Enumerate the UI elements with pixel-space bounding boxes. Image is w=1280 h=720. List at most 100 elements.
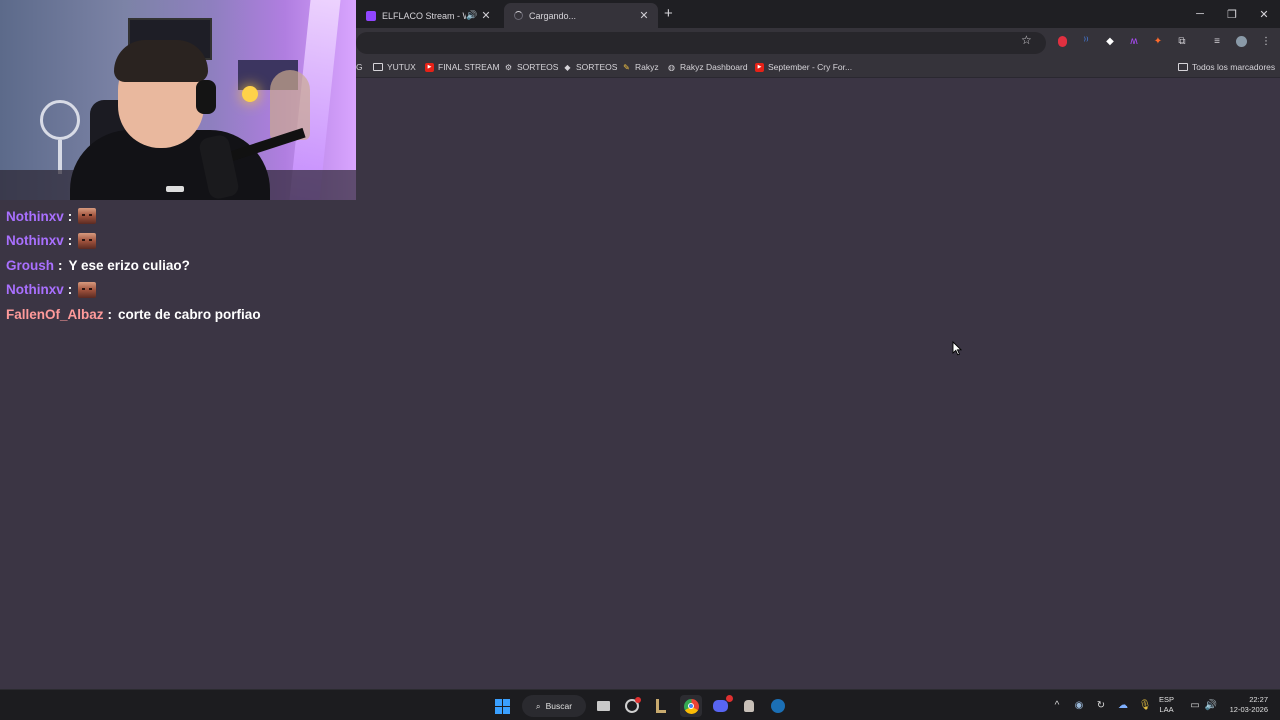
chat-username: Nothinxv xyxy=(6,208,64,224)
steam-icon xyxy=(771,699,785,713)
extension-wave-icon[interactable]: ⁾⁾ xyxy=(1080,35,1092,47)
taskbar-app-discord[interactable] xyxy=(709,695,733,717)
webcam-streamer-hair xyxy=(114,40,208,82)
bookmark-rakyz[interactable]: ✎ Rakyz xyxy=(622,60,659,74)
league-icon xyxy=(656,699,666,713)
show-hidden-icons-chevron-icon[interactable]: ^ xyxy=(1046,700,1068,711)
taskbar-app-league[interactable] xyxy=(650,695,672,717)
bookmark-rakyz-dashboard[interactable]: ◍ Rakyz Dashboard xyxy=(667,60,748,74)
bookmark-sorteos-2[interactable]: ◆ SORTEOS xyxy=(563,60,617,74)
windows-logo-icon xyxy=(494,698,510,714)
taskbar-clock[interactable]: 22:27 12-03-2026 xyxy=(1224,695,1268,715)
webcam-shirt-logo xyxy=(166,186,184,192)
clock-date: 12-03-2026 xyxy=(1229,705,1268,714)
browser-menu-icon[interactable]: ⋮ xyxy=(1260,35,1272,47)
extension-red-icon[interactable] xyxy=(1056,35,1068,47)
search-label: Buscar xyxy=(545,701,573,711)
webcam-fan xyxy=(40,100,80,140)
language-indicator[interactable]: ESP LAA xyxy=(1159,695,1174,715)
bookmark-star-icon[interactable]: ☆ xyxy=(1021,33,1032,47)
all-bookmarks-folder[interactable]: Todos los marcadores xyxy=(1178,60,1275,74)
youtube-icon: ▶ xyxy=(755,62,764,72)
globe-icon: ◍ xyxy=(668,62,675,72)
taskbar-app-steam[interactable] xyxy=(767,695,789,717)
new-tab-button[interactable]: + xyxy=(664,5,673,22)
taskbar-search[interactable]: ⌕ Buscar xyxy=(522,695,586,717)
bookmark-label: Rakyz Dashboard xyxy=(680,62,748,72)
extension-diamond-icon[interactable]: ◆ xyxy=(1104,35,1116,47)
restore-button[interactable]: ❐ xyxy=(1216,0,1248,28)
discord-icon xyxy=(712,695,733,712)
chat-separator: : xyxy=(67,233,73,249)
start-button[interactable] xyxy=(491,695,513,717)
bookmark-september[interactable]: ▶ September - Cry For... xyxy=(755,60,852,74)
search-icon: ⌕ xyxy=(535,700,541,711)
taskbar: ⌕ Buscar ^ ◉ ↻ ☁ 🎙 ESP LAA ▭ 🔊 22:27 12-… xyxy=(0,689,1280,720)
tab-elflaco-stream[interactable]: ELFLACO Stream - Watch L 🔊 ✕ xyxy=(356,3,500,28)
mouse-cursor-icon xyxy=(952,341,962,356)
bookmark-truncated[interactable]: G xyxy=(356,60,363,74)
chat-overlay: Nothinxv : Nothinxv : Groush : Y ese eri… xyxy=(6,204,261,327)
close-tab-icon[interactable]: ✕ xyxy=(638,9,650,22)
task-view-button[interactable] xyxy=(592,695,614,717)
steam-tray-icon[interactable]: ◉ xyxy=(1068,700,1090,711)
close-tab-icon[interactable]: ✕ xyxy=(480,9,492,22)
address-bar[interactable] xyxy=(356,32,1046,54)
chat-separator: : xyxy=(58,257,63,273)
bookmark-sorteos-1[interactable]: ⚙ SORTEOS xyxy=(504,60,559,74)
speaker-icon[interactable]: 🔊 xyxy=(466,10,480,21)
taskbar-app-obs[interactable] xyxy=(621,695,643,717)
chat-username: Nothinxv xyxy=(6,282,64,298)
chat-username: FallenOf_Albaz xyxy=(6,306,104,322)
tab-cargando[interactable]: Cargando... ✕ xyxy=(504,3,658,28)
chat-username: Nothinxv xyxy=(6,233,64,249)
chat-message: FallenOf_Albaz : corte de cabro porfiao xyxy=(6,302,261,327)
chat-username: Groush xyxy=(6,257,55,273)
bookmark-label: Rakyz xyxy=(635,62,659,72)
volume-icon: 🔊 xyxy=(1204,700,1218,711)
webcam-headset xyxy=(196,80,216,114)
network-volume-tray[interactable]: ▭ 🔊 xyxy=(1184,690,1222,720)
youtube-icon: ▶ xyxy=(425,62,434,72)
tab-title: Cargando... xyxy=(529,10,577,21)
keyboard-layout: LAA xyxy=(1159,705,1174,714)
close-window-button[interactable]: ✕ xyxy=(1248,0,1280,28)
chat-separator: : xyxy=(67,282,73,298)
extension-purple-icon[interactable]: ʍ xyxy=(1128,35,1140,47)
tab-title: ELFLACO Stream - Watch L xyxy=(382,10,466,21)
bookmark-yutux[interactable]: YUTUX xyxy=(373,60,416,74)
sync-tray-icon[interactable]: ↻ xyxy=(1090,700,1112,711)
chat-message: Nothinxv : xyxy=(6,204,261,229)
bookmark-label: SORTEOS xyxy=(576,62,618,72)
extension-orange-icon[interactable]: ✦ xyxy=(1152,35,1164,47)
bookmark-final-stream[interactable]: ▶ FINAL STREAM xyxy=(425,60,500,74)
folder-icon xyxy=(373,63,383,71)
taskbar-app-game[interactable] xyxy=(738,695,760,717)
taskbar-app-chrome[interactable] xyxy=(680,695,702,717)
loading-spinner-icon xyxy=(514,11,523,20)
gear-icon: ⚙ xyxy=(504,62,513,72)
system-tray: ^ ◉ ↻ ☁ 🎙 xyxy=(1046,690,1156,720)
game-app-icon xyxy=(744,700,754,712)
extensions-puzzle-icon[interactable]: ⧉ xyxy=(1176,35,1188,47)
task-view-icon xyxy=(596,701,610,711)
cloud-tray-icon[interactable]: ☁ xyxy=(1112,700,1134,711)
chat-text: corte de cabro porfiao xyxy=(118,306,261,322)
profile-avatar[interactable] xyxy=(1235,35,1247,47)
pen-icon: ✎ xyxy=(623,62,630,72)
bookmark-label: Todos los marcadores xyxy=(1192,62,1276,72)
chat-message: Nothinxv : xyxy=(6,278,261,303)
minimize-button[interactable]: ─ xyxy=(1184,0,1216,28)
folder-icon xyxy=(1178,63,1188,71)
webcam-background-person xyxy=(270,70,310,140)
tab-favicon xyxy=(366,10,376,21)
emote-icon xyxy=(78,208,97,225)
diamond-icon: ◆ xyxy=(564,62,571,72)
chrome-icon xyxy=(683,698,699,714)
bookmark-label: September - Cry For... xyxy=(768,62,853,72)
window-controls: ─ ❐ ✕ xyxy=(1184,0,1280,28)
clock-time: 22:27 xyxy=(1249,695,1268,704)
microphone-tray-icon[interactable]: 🎙 xyxy=(1134,700,1156,711)
media-controls-icon[interactable]: ≡ xyxy=(1211,35,1223,47)
chat-separator: : xyxy=(67,208,73,224)
